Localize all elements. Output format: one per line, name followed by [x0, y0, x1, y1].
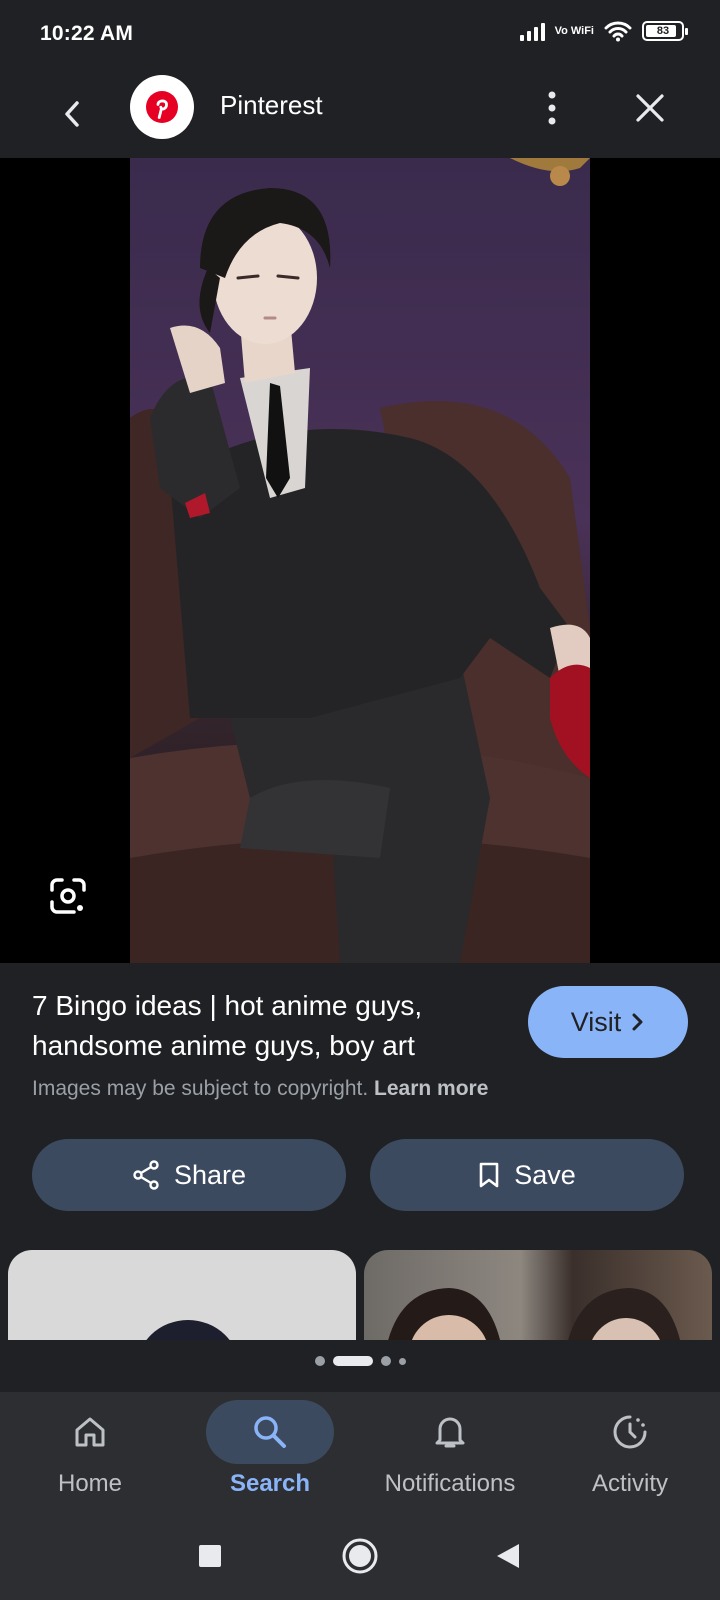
activity-icon	[613, 1415, 647, 1449]
image-viewer	[0, 158, 720, 963]
back-system-button[interactable]	[484, 1532, 532, 1580]
pinterest-logo[interactable]	[130, 75, 194, 139]
battery-icon: 83	[642, 21, 688, 41]
chevron-left-icon	[65, 101, 79, 127]
copyright-notice: Images may be subject to copyright. Lear…	[32, 1077, 488, 1101]
battery-level: 83	[656, 25, 670, 37]
recents-button[interactable]	[186, 1532, 234, 1580]
status-icons: Vo WiFi 83	[519, 20, 688, 42]
related-thumbnail[interactable]	[8, 1250, 356, 1340]
google-lens-icon	[50, 878, 86, 914]
pagination-dots	[0, 1356, 720, 1366]
page-dot	[314, 1356, 325, 1366]
save-button[interactable]: Save	[370, 1139, 684, 1211]
nav-notifications[interactable]: Notifications	[370, 1400, 530, 1510]
wifi-icon	[604, 21, 632, 42]
anime-illustration	[130, 158, 590, 963]
result-title[interactable]: 7 Bingo ideas | hot anime guys, handsome…	[32, 986, 502, 1066]
home-system-button[interactable]	[336, 1532, 384, 1580]
related-results	[0, 1250, 720, 1340]
status-bar: 10:22 AM Vo WiFi 83	[0, 0, 720, 70]
nav-activity[interactable]: Activity	[550, 1400, 710, 1510]
system-navigation	[0, 1510, 720, 1600]
bottom-navigation: Home Search Notifications Activity	[0, 1392, 720, 1510]
search-icon	[254, 1416, 286, 1448]
more-vertical-icon	[548, 91, 556, 125]
vowifi-label: Vo WiFi	[554, 24, 594, 37]
share-icon	[133, 1160, 159, 1190]
nav-home[interactable]: Home	[10, 1400, 170, 1510]
visit-button[interactable]: Visit	[528, 986, 688, 1058]
back-triangle-icon	[497, 1544, 519, 1568]
nav-search[interactable]: Search	[190, 1400, 350, 1510]
bell-icon	[435, 1417, 465, 1448]
nav-search-label: Search	[229, 1470, 311, 1497]
close-button[interactable]	[626, 84, 674, 132]
more-options-button[interactable]	[532, 84, 572, 132]
page-dot	[380, 1356, 391, 1366]
lens-search-button[interactable]	[44, 872, 92, 920]
status-time: 10:22 AM	[40, 22, 134, 45]
learn-more-link[interactable]: Learn more	[374, 1077, 488, 1100]
chevron-right-icon	[632, 1013, 643, 1031]
source-title[interactable]: Pinterest	[220, 90, 323, 121]
page-dot-active	[332, 1356, 373, 1366]
save-label: Save	[514, 1159, 576, 1190]
nav-notifications-label: Notifications	[384, 1470, 516, 1497]
page-dot	[398, 1357, 406, 1365]
lens-header: Pinterest	[0, 70, 720, 158]
result-image[interactable]	[130, 158, 590, 963]
share-button[interactable]: Share	[32, 1139, 346, 1211]
copyright-text: Images may be subject to copyright.	[32, 1077, 369, 1100]
home-circle-icon	[342, 1538, 378, 1574]
home-icon	[75, 1417, 105, 1447]
back-button[interactable]	[48, 88, 96, 140]
bookmark-icon	[479, 1162, 499, 1188]
close-icon	[636, 94, 664, 122]
nav-activity-label: Activity	[591, 1470, 668, 1497]
recents-icon	[199, 1545, 221, 1567]
nav-home-label: Home	[57, 1470, 123, 1497]
signal-icon	[519, 21, 545, 41]
related-thumbnail[interactable]	[364, 1250, 712, 1340]
share-label: Share	[173, 1159, 247, 1190]
pinterest-logo-icon	[146, 91, 178, 123]
visit-label: Visit	[570, 1006, 622, 1037]
